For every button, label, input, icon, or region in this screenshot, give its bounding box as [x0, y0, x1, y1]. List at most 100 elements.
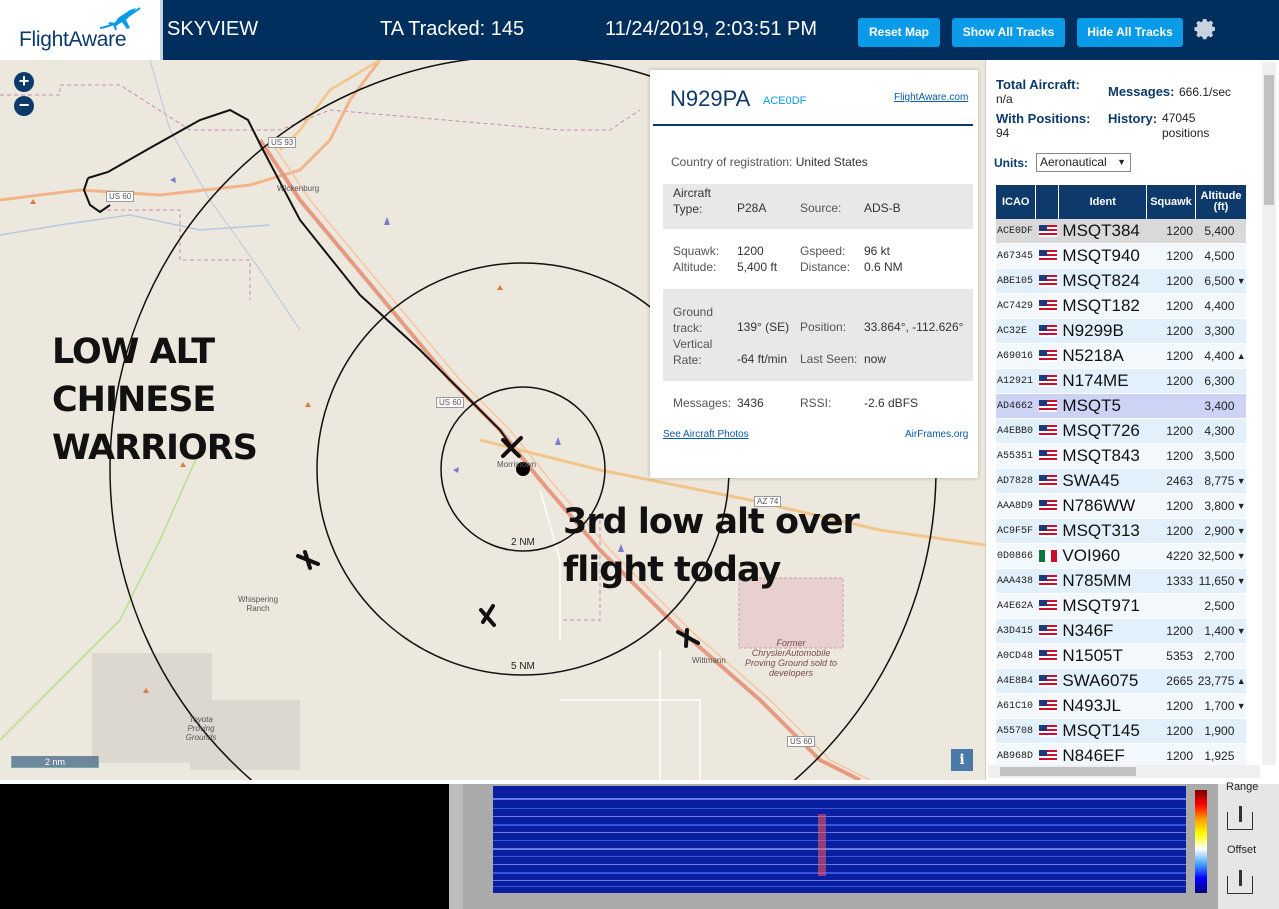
squawk-cell: 1200 — [1146, 344, 1196, 368]
table-row[interactable]: AAA438 N785MM 1333 11,650 ▼ — [996, 569, 1247, 594]
col-icao[interactable]: ICAO — [996, 185, 1037, 219]
trend-cell — [1236, 294, 1247, 318]
hide-all-tracks-button[interactable]: Hide All Tracks — [1077, 18, 1183, 47]
col-ident[interactable]: Ident — [1059, 185, 1147, 219]
trend-cell — [1236, 719, 1247, 743]
table-row[interactable]: A4E8B4 SWA6075 2665 23,775 ▲ — [996, 669, 1247, 694]
squawk-cell: 1200 — [1146, 269, 1196, 293]
country-value: United States — [795, 155, 868, 169]
annotation-overflight: 3rd low alt over flight today — [563, 502, 860, 590]
source-value: ADS-B — [864, 201, 901, 215]
waterfall-hotspot — [818, 814, 826, 876]
flightaware-logo[interactable]: FlightAware — [0, 0, 163, 60]
position-label: Position: — [800, 320, 847, 334]
road-shield: US 93 — [268, 137, 297, 148]
icao-cell: A55708 — [996, 719, 1037, 743]
altitude-cell: 4,400 — [1196, 294, 1237, 318]
squawk-cell: 4220 — [1146, 544, 1196, 568]
zoom-in-button[interactable]: + — [14, 72, 34, 92]
table-row[interactable]: AD4662 MSQT5 3,400 — [996, 394, 1247, 419]
altitude-cell: 2,900 — [1196, 519, 1237, 543]
spectrum-divider — [449, 784, 463, 909]
vertical-scroll-thumb[interactable] — [1264, 75, 1274, 205]
tracked-count: TA Tracked: 145 — [380, 18, 525, 40]
road-shield: US 60 — [787, 736, 816, 747]
squawk-cell: 1200 — [1146, 419, 1196, 443]
trend-cell — [1236, 244, 1247, 268]
popup-hex: ACE0DF — [763, 95, 807, 107]
table-row[interactable]: A69016 N5218A 1200 4,400 ▲ — [996, 344, 1247, 369]
with-positions-value: 94 — [996, 126, 1010, 140]
waterfall-line — [493, 798, 1186, 800]
table-row[interactable]: A55708 MSQT145 1200 1,900 — [996, 719, 1247, 744]
table-row[interactable]: A4E62A MSQT971 2,500 — [996, 594, 1247, 619]
reset-map-button[interactable]: Reset Map — [858, 18, 940, 47]
trend-cell — [1236, 594, 1247, 618]
us-flag-icon — [1038, 650, 1057, 662]
ident-cell: MSQT182 — [1059, 294, 1147, 318]
ident-cell: MSQT313 — [1059, 519, 1147, 543]
table-row[interactable]: A61C10 N493JL 1200 1,700 ▼ — [996, 694, 1247, 719]
ident-cell: N174ME — [1059, 369, 1147, 393]
table-row[interactable]: AD7828 SWA45 2463 8,775 ▼ — [996, 469, 1247, 494]
trend-cell: ▲ — [1236, 344, 1247, 368]
zoom-out-button[interactable]: − — [14, 96, 34, 116]
ident-cell: MSQT824 — [1059, 269, 1147, 293]
us-flag-icon — [1038, 400, 1057, 412]
gspeed-value: 96 kt — [864, 244, 891, 258]
us-flag-icon — [1038, 675, 1057, 687]
altitude-cell: 11,650 — [1196, 569, 1237, 593]
table-row[interactable]: AC7429 MSQT182 1200 4,400 — [996, 294, 1247, 319]
show-all-tracks-button[interactable]: Show All Tracks — [952, 18, 1065, 47]
settings-gear-icon[interactable] — [1194, 17, 1218, 41]
aircraft-photos-link[interactable]: See Aircraft Photos — [663, 429, 749, 440]
logo-text: FlightAware — [19, 28, 127, 51]
icao-cell: ACE0DF — [996, 219, 1037, 243]
trend-cell: ▼ — [1236, 569, 1247, 593]
table-row[interactable]: A0CD48 N1505T 5353 2,700 — [996, 644, 1247, 669]
table-row[interactable]: ACE0DF MSQT384 1200 5,400 — [996, 219, 1247, 244]
aircraft-type-value: P28A — [737, 201, 767, 215]
place-label: Wittmann — [692, 656, 726, 665]
ident-cell: N9299B — [1059, 319, 1147, 343]
trend-cell — [1236, 394, 1247, 418]
table-row[interactable]: 0D0866 VOI960 4220 32,500 ▼ — [996, 544, 1247, 569]
table-row[interactable]: A12921 N174ME 1200 6,300 — [996, 369, 1247, 394]
table-row[interactable]: A3D415 N346F 1200 1,400 ▼ — [996, 619, 1247, 644]
table-row[interactable]: A67345 MSQT940 1200 4,500 — [996, 244, 1247, 269]
ident-cell: N785MM — [1059, 569, 1147, 593]
table-row[interactable]: AC9F5F MSQT313 1200 2,900 ▼ — [996, 519, 1247, 544]
squawk-cell: 2665 — [1146, 669, 1196, 693]
icao-cell: 0D0866 — [996, 544, 1037, 568]
trend-cell: ▼ — [1236, 494, 1247, 518]
squawk-cell: 1200 — [1146, 294, 1196, 318]
clock: 11/24/2019, 2:03:51 PM — [605, 18, 818, 40]
table-row[interactable]: A55351 MSQT843 1200 3,500 — [996, 444, 1247, 469]
flightaware-link[interactable]: FlightAware.com — [894, 92, 968, 103]
flag-cell — [1036, 244, 1060, 268]
ident-cell: N786WW — [1059, 494, 1147, 518]
us-flag-icon — [1038, 325, 1057, 337]
col-squawk[interactable]: Squawk — [1147, 185, 1197, 219]
table-row[interactable]: A4EBB0 MSQT726 1200 4,300 — [996, 419, 1247, 444]
col-altitude[interactable]: Altitude (ft) — [1196, 185, 1246, 219]
squawk-cell: 1200 — [1146, 694, 1196, 718]
info-button[interactable]: i — [951, 749, 973, 771]
table-row[interactable]: AAA8D9 N786WW 1200 3,800 ▼ — [996, 494, 1247, 519]
units-select[interactable]: Aeronautical — [1036, 153, 1131, 172]
us-flag-icon — [1038, 225, 1057, 237]
flag-cell — [1036, 344, 1060, 368]
table-row[interactable]: ABE105 MSQT824 1200 6,500 ▼ — [996, 269, 1247, 294]
trend-cell — [1236, 369, 1247, 393]
offset-slider[interactable] — [1227, 870, 1253, 894]
horizontal-scroll-thumb[interactable] — [1000, 767, 1136, 776]
table-row[interactable]: AC32E N9299B 1200 3,300 — [996, 319, 1247, 344]
flag-cell — [1036, 719, 1060, 743]
last-seen-value: now — [864, 352, 887, 366]
us-flag-icon — [1038, 500, 1057, 512]
squawk-cell: 1200 — [1146, 444, 1196, 468]
range-slider[interactable] — [1227, 806, 1253, 830]
altitude-cell: 1,900 — [1196, 719, 1237, 743]
squawk-cell: 1200 — [1146, 244, 1196, 268]
airframes-link[interactable]: AirFrames.org — [905, 429, 968, 440]
